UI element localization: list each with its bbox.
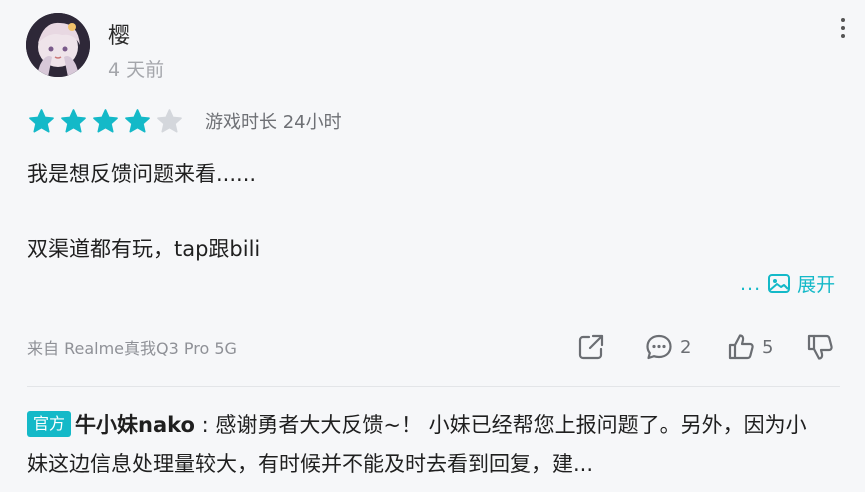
share-button[interactable] — [576, 330, 606, 364]
star-filled-icon — [60, 108, 87, 135]
comment-count: 2 — [680, 336, 692, 358]
reply-separator: : — [194, 413, 216, 437]
official-reply[interactable]: 官方 牛小妹nako : 感谢勇者大大反馈~！ 小妹已经帮您上报问题了。另外，因为… — [27, 406, 827, 484]
star-empty-icon — [156, 108, 183, 135]
avatar-image — [26, 13, 90, 77]
review-text-line: 我是想反馈问题来看...... — [27, 162, 257, 186]
review-card: 樱 4 天前 游戏时长 24小时 我是想反馈问题来看...... 双渠道都有玩，… — [0, 0, 865, 492]
comment-button[interactable]: 2 — [644, 330, 691, 364]
avatar[interactable] — [26, 13, 90, 77]
image-icon — [768, 273, 791, 293]
expand-label: 展开 — [797, 274, 836, 296]
share-icon — [578, 334, 604, 360]
thumbs-down-icon — [807, 334, 833, 360]
star-filled-icon — [28, 108, 55, 135]
star-filled-icon — [124, 108, 151, 135]
star-rating — [28, 108, 188, 135]
review-time: 4 天前 — [108, 59, 165, 81]
device-info: 来自 Realme真我Q3 Pro 5G — [27, 339, 237, 358]
review-text-line: 双渠道都有玩，tap跟bili — [27, 237, 261, 261]
reply-author[interactable]: 牛小妹nako — [75, 413, 195, 437]
thumbs-up-icon — [728, 334, 754, 360]
rating-row: 游戏时长 24小时 — [28, 106, 342, 136]
expand-ellipsis: ... — [740, 272, 762, 295]
like-count: 5 — [762, 336, 774, 358]
expand-button[interactable]: ... 展开 — [740, 270, 835, 297]
like-button[interactable]: 5 — [726, 330, 773, 364]
dislike-button[interactable] — [805, 330, 835, 364]
more-vertical-icon[interactable] — [836, 18, 850, 42]
username[interactable]: 樱 — [108, 18, 130, 50]
playtime-label: 游戏时长 24小时 — [205, 112, 342, 133]
star-filled-icon — [92, 108, 119, 135]
official-badge: 官方 — [27, 411, 72, 437]
comment-icon — [646, 334, 672, 360]
divider — [27, 386, 840, 387]
